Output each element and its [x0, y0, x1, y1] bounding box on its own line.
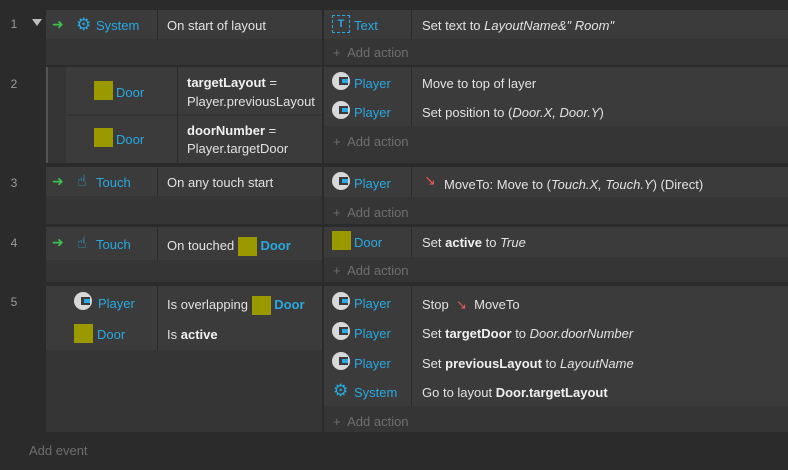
- condition-object-name[interactable]: Door: [97, 327, 125, 342]
- construct-player-icon: [332, 322, 350, 340]
- add-action-link[interactable]: + Add action: [333, 414, 409, 429]
- red-arrow-icon: ↘: [424, 172, 436, 188]
- action-text[interactable]: Move to top of layer: [422, 76, 536, 91]
- plus-icon: +: [333, 205, 341, 220]
- gear-icon: ⚙: [333, 381, 349, 400]
- event-4-condition-footer: [46, 260, 322, 282]
- condition-object-name[interactable]: Player: [98, 296, 135, 311]
- action-text[interactable]: Set previousLayout to LayoutName: [422, 356, 634, 371]
- sub-event-indent-line: [46, 67, 48, 163]
- action-text[interactable]: Set position to (Door.X, Door.Y): [422, 105, 604, 120]
- sprite-square-icon: [251, 296, 271, 315]
- action-object-name[interactable]: Player: [354, 176, 391, 191]
- plus-icon: +: [333, 263, 341, 278]
- condition-text[interactable]: Is overlapping Door: [167, 296, 305, 315]
- condition-object-name[interactable]: System: [96, 18, 139, 33]
- action-object-name[interactable]: System: [354, 385, 397, 400]
- construct-player-icon: [332, 352, 350, 370]
- action-text[interactable]: Set targetDoor to Door.doorNumber: [422, 326, 633, 341]
- condition-object-name[interactable]: Door: [116, 132, 144, 147]
- add-action-link[interactable]: + Add action: [333, 205, 409, 220]
- action-text[interactable]: MoveTo: Move to (Touch.X, Touch.Y) (Dire…: [444, 177, 703, 192]
- trigger-arrow-icon: ➜: [52, 16, 64, 32]
- sprite-square-icon: [237, 237, 257, 256]
- plus-icon: +: [333, 414, 341, 429]
- action-object-name[interactable]: Player: [354, 356, 391, 371]
- condition-text[interactable]: doorNumber =: [187, 123, 276, 138]
- event-number: 4: [10, 236, 18, 250]
- action-object-name[interactable]: Player: [354, 76, 391, 91]
- construct-player-icon: [332, 172, 350, 190]
- plus-icon: +: [333, 134, 341, 149]
- condition-text[interactable]: On any touch start: [167, 175, 273, 190]
- action-object-name[interactable]: Text: [354, 18, 378, 33]
- sprite-square-icon: [94, 128, 113, 147]
- add-action-link[interactable]: + Add action: [333, 45, 409, 60]
- collapse-triangle-icon[interactable]: [32, 19, 42, 26]
- condition-text[interactable]: On touched Door: [167, 237, 291, 256]
- event-number: 3: [10, 176, 18, 190]
- event-number: 5: [10, 295, 18, 309]
- trigger-arrow-icon: ➜: [52, 173, 64, 189]
- action-text[interactable]: Stop ↘ MoveTo: [422, 297, 520, 313]
- action-text[interactable]: Go to layout Door.targetLayout: [422, 385, 608, 400]
- red-arrow-icon: ↘: [455, 297, 467, 312]
- action-text[interactable]: Set active to True: [422, 235, 526, 250]
- condition-object-name[interactable]: Touch: [96, 237, 131, 252]
- action-object-name[interactable]: Player: [354, 296, 391, 311]
- add-event-link[interactable]: Add event: [29, 443, 88, 458]
- construct-player-icon: [74, 292, 92, 310]
- event-number: 2: [10, 77, 18, 91]
- event-sheet: { "events": [ {"number":"1", "conditions…: [0, 0, 788, 470]
- condition-object-name[interactable]: Touch: [96, 175, 131, 190]
- event-number: 1: [10, 17, 18, 31]
- construct-player-icon: [332, 72, 350, 90]
- sprite-square-icon: [74, 324, 93, 343]
- hand-pointer-icon: ☝: [77, 235, 87, 252]
- action-object-name[interactable]: Player: [354, 105, 391, 120]
- construct-player-icon: [332, 101, 350, 119]
- text-object-icon: T: [332, 15, 350, 33]
- sprite-square-icon: [94, 81, 113, 100]
- condition-text[interactable]: targetLayout =: [187, 75, 277, 90]
- event-4-action-row[interactable]: [324, 227, 788, 257]
- gear-icon: ⚙: [76, 15, 92, 34]
- trigger-arrow-icon: ➜: [52, 234, 64, 250]
- condition-object-name[interactable]: Door: [116, 85, 144, 100]
- add-action-link[interactable]: + Add action: [333, 134, 409, 149]
- hand-pointer-icon: ☝: [77, 173, 87, 190]
- condition-text[interactable]: On start of layout: [167, 18, 266, 33]
- sprite-square-icon: [332, 231, 351, 250]
- construct-player-icon: [332, 292, 350, 310]
- add-action-link[interactable]: + Add action: [333, 263, 409, 278]
- condition-text-line2[interactable]: Player.previousLayout: [187, 94, 315, 109]
- condition-text[interactable]: Is active: [167, 327, 218, 342]
- plus-icon: +: [333, 45, 341, 60]
- action-object-name[interactable]: Door: [354, 235, 382, 250]
- event-3-condition-footer: [46, 196, 322, 224]
- action-text[interactable]: Set text to LayoutName&" Room": [422, 18, 614, 33]
- event-1-condition-footer: [46, 39, 322, 65]
- action-object-name[interactable]: Player: [354, 326, 391, 341]
- condition-text-line2[interactable]: Player.targetDoor: [187, 141, 288, 156]
